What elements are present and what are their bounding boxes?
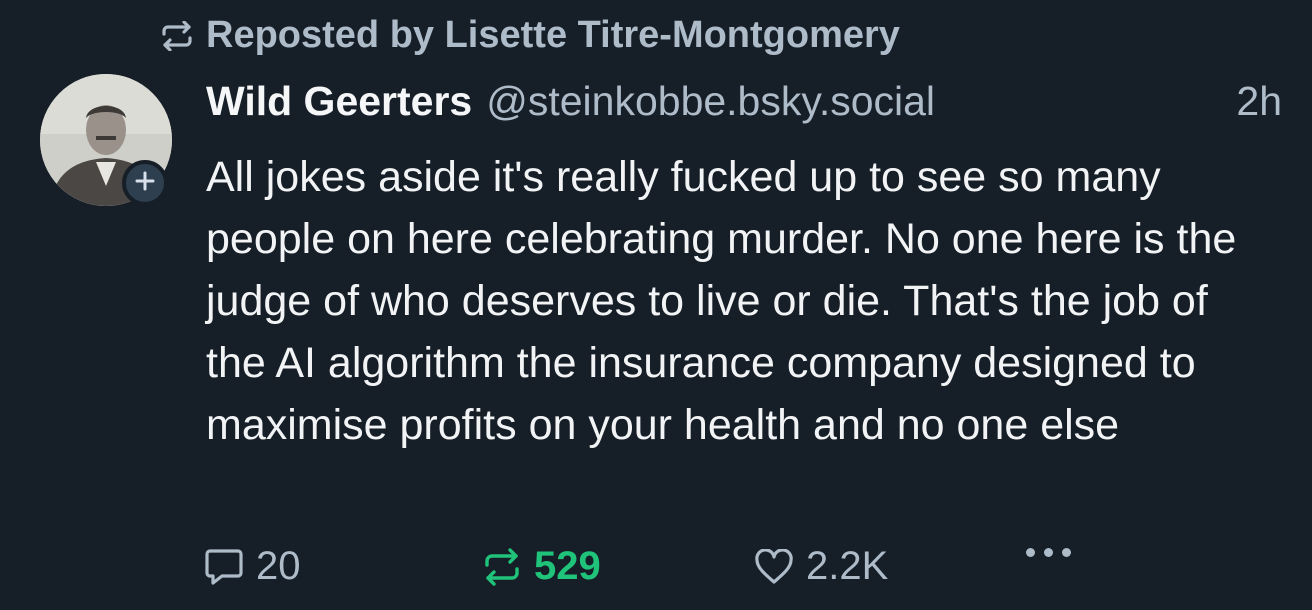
- more-dots-icon: [1026, 544, 1071, 557]
- post-body: All jokes aside it's really fucked up to…: [206, 153, 1237, 449]
- repost-text: Reposted by Lisette Titre-Montgomery: [206, 14, 900, 56]
- like-button[interactable]: 2.2K: [754, 544, 888, 589]
- plus-icon: [134, 170, 156, 197]
- heart-icon: [754, 548, 794, 585]
- follow-button[interactable]: [122, 160, 168, 206]
- more-options-button[interactable]: [1026, 544, 1071, 557]
- repost-icon: [482, 547, 522, 586]
- like-count: 2.2K: [806, 544, 889, 588]
- repost-icon: [160, 20, 194, 51]
- post-header: Wild Geerters @steinkobbe.bsky.social 2h: [206, 78, 1282, 125]
- repost-indicator[interactable]: Reposted by Lisette Titre-Montgomery: [160, 14, 900, 57]
- post-card[interactable]: Reposted by Lisette Titre-Montgomery Wil…: [0, 0, 1312, 610]
- reply-button[interactable]: 20: [204, 544, 301, 589]
- reply-count: 20: [256, 544, 301, 588]
- author-handle[interactable]: @steinkobbe.bsky.social: [486, 78, 935, 125]
- repost-count: 529: [534, 544, 601, 588]
- post-timestamp[interactable]: 2h: [1236, 78, 1282, 125]
- author-display-name[interactable]: Wild Geerters: [206, 78, 472, 125]
- post-actions: 20 529 2.2K: [204, 544, 1104, 600]
- reply-bubble-icon: [204, 548, 244, 586]
- repost-button[interactable]: 529: [482, 544, 601, 589]
